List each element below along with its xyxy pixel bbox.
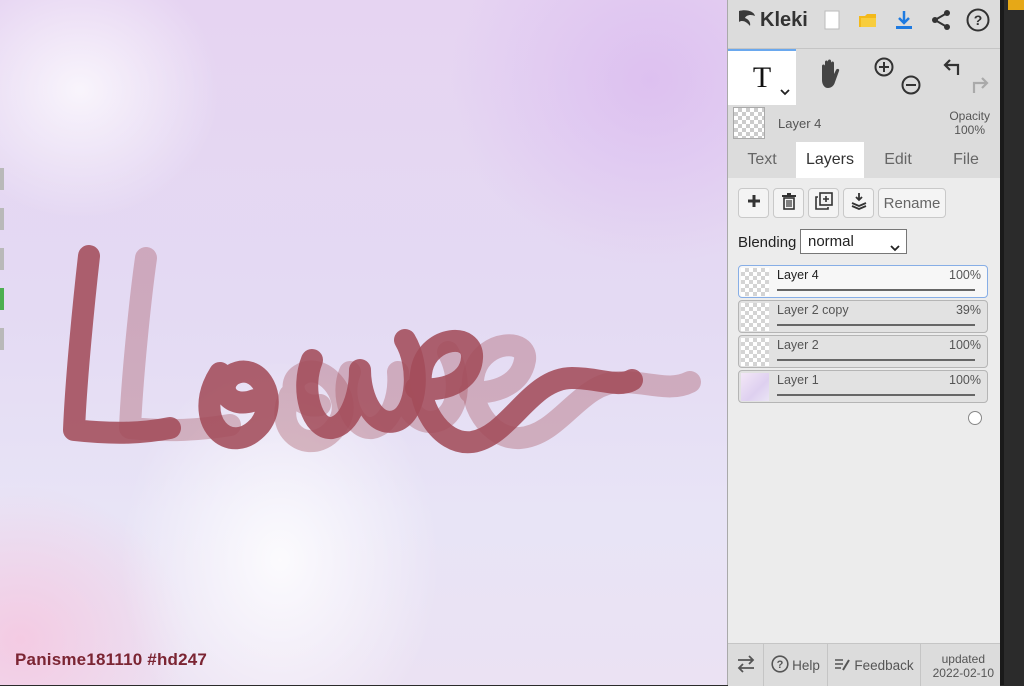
layer-thumbnail (741, 373, 769, 401)
layer-row[interactable]: Layer 1 100% (738, 370, 988, 425)
layer-row[interactable]: Layer 2 100% (738, 335, 988, 390)
updated-label: updated (941, 652, 985, 666)
svg-text:?: ? (777, 659, 784, 671)
layer-opacity: 100% (949, 338, 981, 352)
share-icon[interactable] (929, 8, 953, 32)
zoom-buttons (864, 49, 932, 103)
layer-thumbnail (741, 268, 769, 296)
tab-text[interactable]: Text (728, 142, 796, 178)
svg-text:?: ? (974, 12, 983, 28)
canvas-edge-markers (0, 168, 5, 368)
help-circle-icon: ? (771, 654, 789, 676)
rename-layer-button[interactable]: Rename (878, 188, 946, 218)
redo-icon[interactable] (970, 75, 992, 100)
layer-opacity-track[interactable] (777, 394, 982, 425)
canvas-watermark: Panisme181110 #hd247 (15, 650, 208, 669)
open-folder-icon[interactable] (856, 8, 880, 32)
layer-opacity: 39% (955, 303, 981, 317)
layer-name: Layer 4 (777, 268, 819, 282)
merge-down-icon (850, 192, 868, 214)
text-tool-button[interactable]: T (728, 49, 796, 105)
layer-opacity-track[interactable] (777, 359, 982, 390)
new-file-icon[interactable] (820, 8, 844, 32)
help-circle-icon[interactable]: ? (966, 8, 990, 32)
tool-row: T (728, 48, 1000, 105)
drawing-canvas[interactable]: Panisme181110 #hd247 (0, 0, 727, 685)
swap-side-button[interactable] (728, 644, 764, 686)
layer-name: Layer 2 (777, 338, 819, 352)
adjacent-window-strip (1000, 0, 1024, 685)
layer-opacity: 100% (949, 373, 981, 387)
add-layer-icon (747, 194, 761, 212)
add-layer-button[interactable] (738, 188, 769, 218)
tab-edit[interactable]: Edit (864, 142, 932, 178)
undo-icon[interactable] (942, 57, 964, 82)
layers-panel: Rename Blending normal Layer 4 100% Laye… (728, 178, 1000, 643)
current-layer-opacity: Opacity 100% (949, 109, 990, 137)
adjacent-window-accent (1008, 0, 1024, 10)
layer-row[interactable]: Layer 2 copy 39% (738, 300, 988, 355)
updated-info: updated 2022-02-10 (933, 652, 994, 680)
duplicate-layer-icon (814, 192, 833, 214)
panel-footer: ? Help Feedback updated 2022-02-10 (728, 643, 1000, 686)
download-icon[interactable] (892, 8, 916, 32)
top-toolbar: Kleki ? (728, 0, 1000, 40)
app-name: Kleki (760, 8, 808, 31)
panel-tabs: Text Layers Edit File (728, 142, 1000, 178)
layer-name: Layer 1 (777, 373, 819, 387)
hand-tool-button[interactable] (796, 49, 864, 103)
trash-icon (781, 192, 797, 214)
delete-layer-button[interactable] (773, 188, 804, 218)
blending-label: Blending (738, 234, 797, 251)
current-layer-info: Layer 4 Opacity 100% (728, 104, 1000, 142)
layer-thumbnail (741, 303, 769, 331)
layer-name: Layer 2 copy (777, 303, 849, 317)
layer-row[interactable]: Layer 4 100% (738, 265, 988, 320)
kleki-logo-icon (736, 7, 758, 34)
zoom-out-icon[interactable] (901, 75, 921, 100)
kleki-side-panel: Kleki ? T Layer 4 Opacity 100% Text Laye… (727, 0, 1000, 686)
merge-down-button[interactable] (843, 188, 874, 218)
layer-opacity-track[interactable] (777, 289, 982, 320)
history-buttons (932, 49, 1000, 103)
tab-layers[interactable]: Layers (796, 142, 864, 178)
chevron-down-icon (780, 83, 790, 101)
layer-opacity-knob[interactable] (968, 411, 982, 425)
text-tool-glyph: T (752, 61, 772, 94)
kleki-logo[interactable]: Kleki (736, 7, 808, 33)
tab-file[interactable]: File (932, 142, 1000, 178)
current-layer-thumbnail (733, 107, 765, 139)
chevron-down-icon (890, 236, 900, 259)
layer-opacity: 100% (949, 268, 981, 282)
feedback-label: Feedback (854, 657, 914, 673)
help-label: Help (792, 657, 820, 673)
opacity-value: 100% (954, 123, 985, 137)
swap-icon (736, 654, 756, 676)
zoom-in-icon[interactable] (874, 57, 894, 82)
hand-icon (816, 58, 844, 95)
layer-opacity-track[interactable] (777, 324, 975, 355)
layer-thumbnail (741, 338, 769, 366)
updated-date: 2022-02-10 (932, 666, 994, 680)
help-button[interactable]: ? Help (764, 644, 828, 686)
current-layer-name: Layer 4 (778, 116, 822, 131)
blending-select[interactable]: normal (800, 229, 907, 254)
feedback-button[interactable]: Feedback (828, 644, 921, 686)
opacity-label: Opacity (949, 109, 990, 123)
feedback-icon (834, 656, 851, 675)
love-drawing (63, 245, 701, 454)
blending-value: normal (808, 233, 854, 250)
duplicate-layer-button[interactable] (808, 188, 839, 218)
